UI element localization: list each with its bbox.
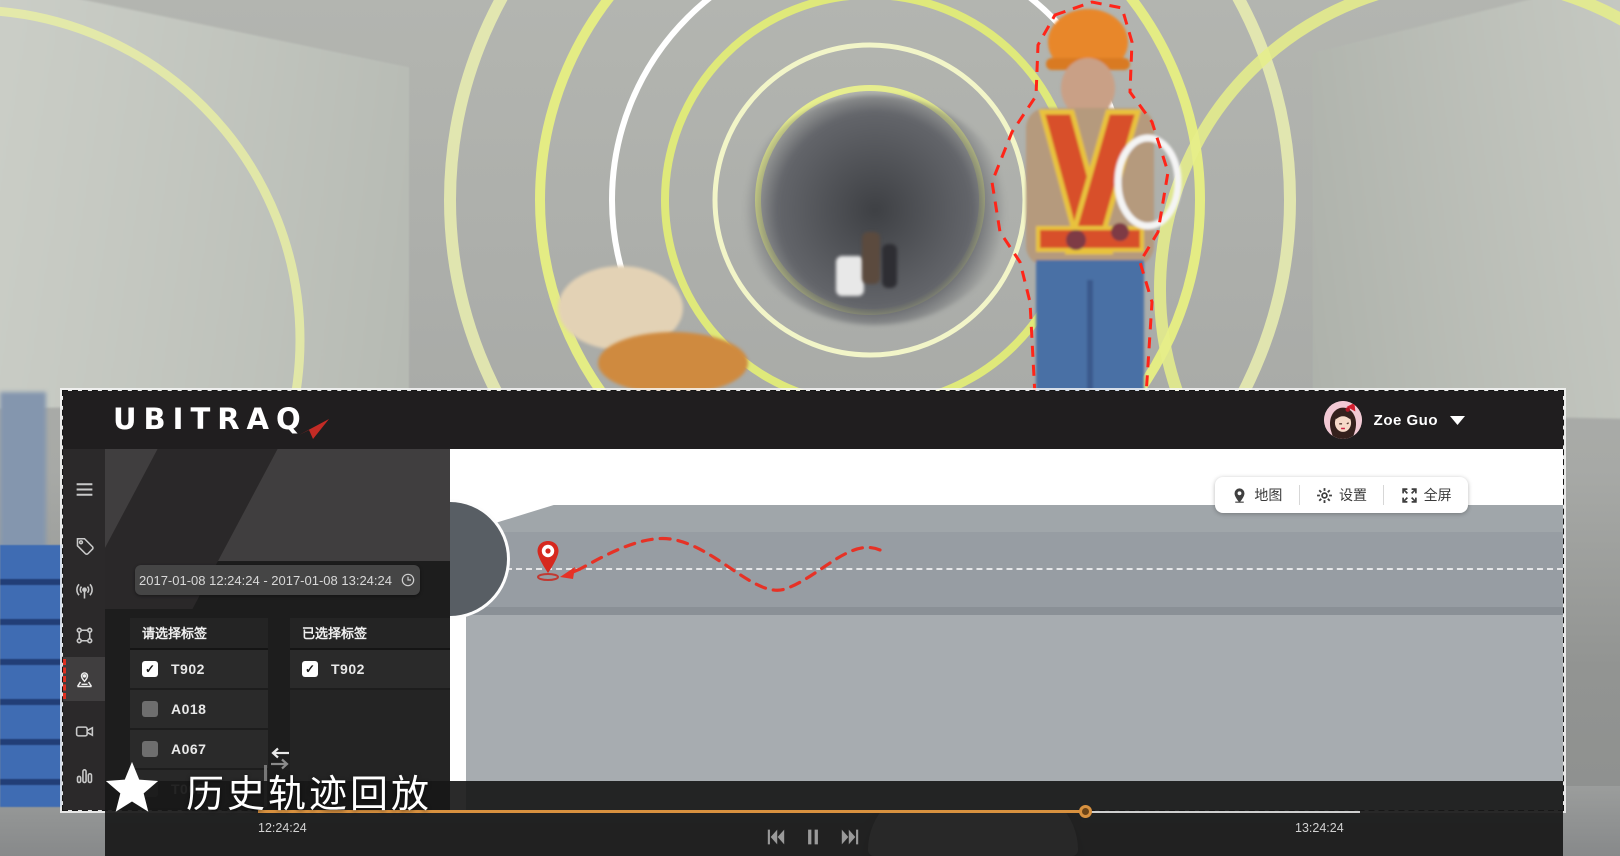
distant-cart — [836, 256, 864, 296]
stats-icon — [74, 765, 95, 786]
tag-label: A067 — [171, 741, 206, 757]
worker-glove-left — [1066, 230, 1086, 250]
timeline-start-time: 12:24:24 — [258, 821, 307, 835]
checkbox[interactable] — [302, 661, 318, 677]
logo-text: UBITRAQ — [113, 402, 308, 436]
chevron-down-icon[interactable] — [1450, 416, 1465, 425]
selected-tag-row-0[interactable]: T902 — [290, 650, 450, 690]
tag-source-title: 请选择标签 — [130, 618, 268, 650]
timeline-progress-handle[interactable] — [1079, 805, 1092, 818]
sidebar — [63, 449, 105, 810]
map-toolbar: 地图 设置 — [1215, 477, 1468, 513]
tunnel-interior — [740, 95, 1010, 325]
skip-back-icon — [766, 828, 786, 846]
source-tag-row-1[interactable]: A018 — [130, 690, 268, 730]
broadcast-icon — [74, 581, 95, 602]
sidebar-item-track-playback[interactable] — [63, 657, 105, 701]
orange-blob — [598, 332, 748, 394]
star-icon — [104, 760, 160, 821]
tag-selected-title: 已选择标签 — [290, 618, 450, 650]
sidebar-item-menu[interactable] — [63, 467, 105, 511]
map-button-label: 地图 — [1254, 485, 1282, 505]
distant-worker-1 — [862, 232, 880, 284]
trajectory-arrow-tip — [560, 567, 575, 579]
person-location-icon — [74, 669, 95, 690]
settings-button[interactable]: 设置 — [1300, 477, 1384, 513]
date-range-picker[interactable]: 2017-01-08 12:24:24 - 2017-01-08 13:24:2… — [135, 565, 420, 595]
fullscreen-icon — [1401, 487, 1418, 504]
user-name: Zoe Guo — [1374, 412, 1438, 429]
pause-button[interactable] — [802, 827, 824, 847]
user-menu[interactable]: Zoe Guo — [1324, 400, 1465, 440]
fullscreen-button[interactable]: 全屏 — [1384, 477, 1468, 513]
sidebar-item-zones[interactable] — [63, 613, 105, 657]
logo-arrow-icon — [298, 418, 330, 444]
trajectory-layer — [530, 527, 1000, 637]
worker-figure — [980, 0, 1230, 400]
worker-glove-right — [1111, 223, 1129, 241]
skip-back-button[interactable] — [765, 827, 787, 847]
sidebar-item-anchors[interactable] — [63, 569, 105, 613]
playback-controls — [765, 827, 861, 847]
date-range-value: 2017-01-08 12:24:24 - 2017-01-08 13:24:2… — [139, 573, 392, 588]
tag-label: T902 — [331, 661, 365, 677]
checkbox[interactable] — [142, 741, 158, 757]
skip-forward-button[interactable] — [839, 827, 861, 847]
skip-forward-icon — [840, 828, 860, 846]
settings-button-label: 设置 — [1339, 485, 1367, 505]
app-header: UBITRAQ — [63, 391, 1563, 449]
clock-icon — [400, 572, 416, 588]
fullscreen-button-label: 全屏 — [1424, 485, 1452, 505]
source-tag-row-0[interactable]: T902 — [130, 650, 268, 690]
pause-icon — [803, 828, 823, 846]
gear-icon — [1316, 487, 1333, 504]
blue-rack — [0, 545, 62, 807]
blue-rack-upper — [0, 392, 46, 548]
camera-icon — [74, 721, 95, 742]
sidebar-item-statistics[interactable] — [63, 753, 105, 797]
caption: 历史轨迹回放 — [104, 760, 432, 821]
caption-text: 历史轨迹回放 — [186, 763, 432, 818]
sidebar-item-tags[interactable] — [63, 525, 105, 569]
checkbox[interactable] — [142, 701, 158, 717]
zone-icon — [74, 625, 95, 646]
avatar — [1324, 401, 1362, 439]
app-body: 地图 设置 — [63, 449, 1563, 810]
location-pin-icon — [538, 541, 559, 580]
map-canvas[interactable]: 地图 设置 — [450, 449, 1563, 810]
tag-label: T902 — [171, 661, 205, 677]
page: UBITRAQ — [0, 0, 1620, 856]
tag-icon — [74, 537, 95, 558]
timeline-end-time: 13:24:24 — [1295, 821, 1344, 835]
menu-icon — [74, 479, 95, 500]
distant-worker-2 — [882, 244, 897, 288]
checkbox[interactable] — [142, 661, 158, 677]
map-button[interactable]: 地图 — [1215, 477, 1299, 513]
playback-filter-panel: 2017-01-08 12:24:24 - 2017-01-08 13:24:2… — [105, 449, 450, 810]
sidebar-item-video[interactable] — [63, 709, 105, 753]
trajectory-path — [580, 539, 880, 591]
app-logo: UBITRAQ — [113, 402, 330, 444]
map-pin-icon — [1231, 487, 1248, 504]
tag-label: A018 — [171, 701, 206, 717]
ubitraq-app-window: UBITRAQ — [63, 391, 1563, 810]
